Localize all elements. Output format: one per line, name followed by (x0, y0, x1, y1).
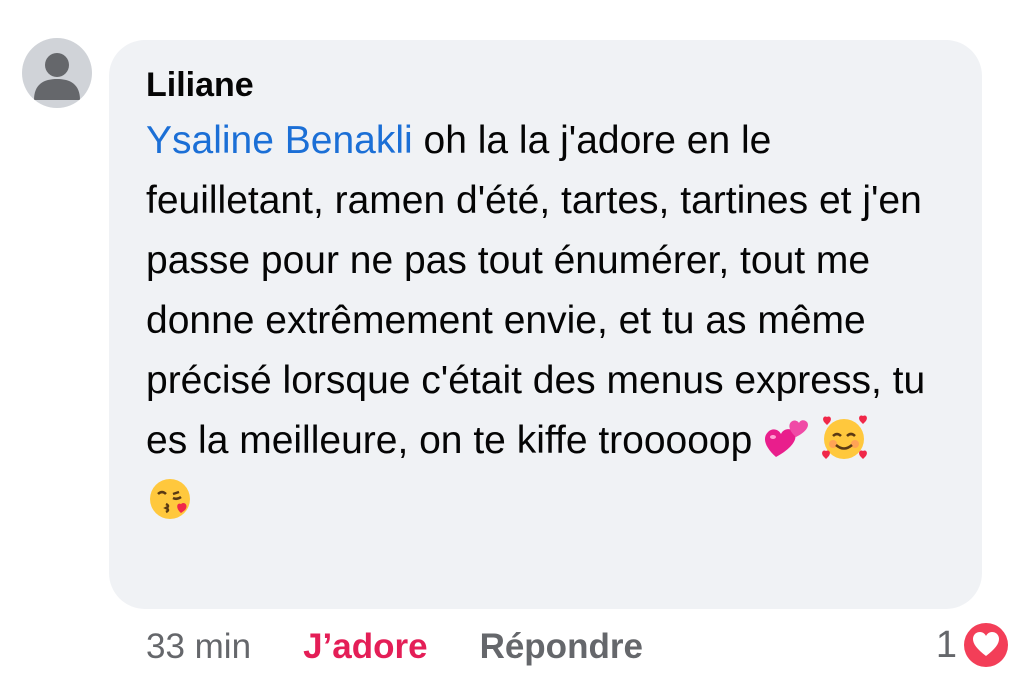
smiling-face-with-hearts-emoji (819, 413, 869, 463)
default-user-icon (34, 53, 80, 100)
reply-button[interactable]: Répondre (480, 622, 643, 672)
two-hearts-emoji (763, 413, 813, 463)
love-reaction-icon (961, 620, 1011, 670)
comment-bubble: Liliane Ysaline Benakli oh la la j'adore… (109, 40, 982, 609)
comment-body: oh la la j'adore en le feuilletant, rame… (146, 119, 926, 462)
mention-link[interactable]: Ysaline Benakli (146, 119, 413, 162)
like-button[interactable]: J’adore (303, 622, 428, 672)
avatar[interactable] (22, 38, 92, 108)
timestamp[interactable]: 33 min (146, 622, 251, 672)
comment-actions: 33 min J’adore Répondre (146, 622, 643, 672)
comment-author[interactable]: Liliane (146, 64, 952, 106)
reaction-summary[interactable]: 1 (936, 620, 1011, 670)
reaction-count: 1 (935, 624, 957, 666)
comment-text: Ysaline Benakli oh la la j'adore en le f… (146, 111, 952, 531)
face-blowing-kiss-emoji (146, 473, 196, 523)
